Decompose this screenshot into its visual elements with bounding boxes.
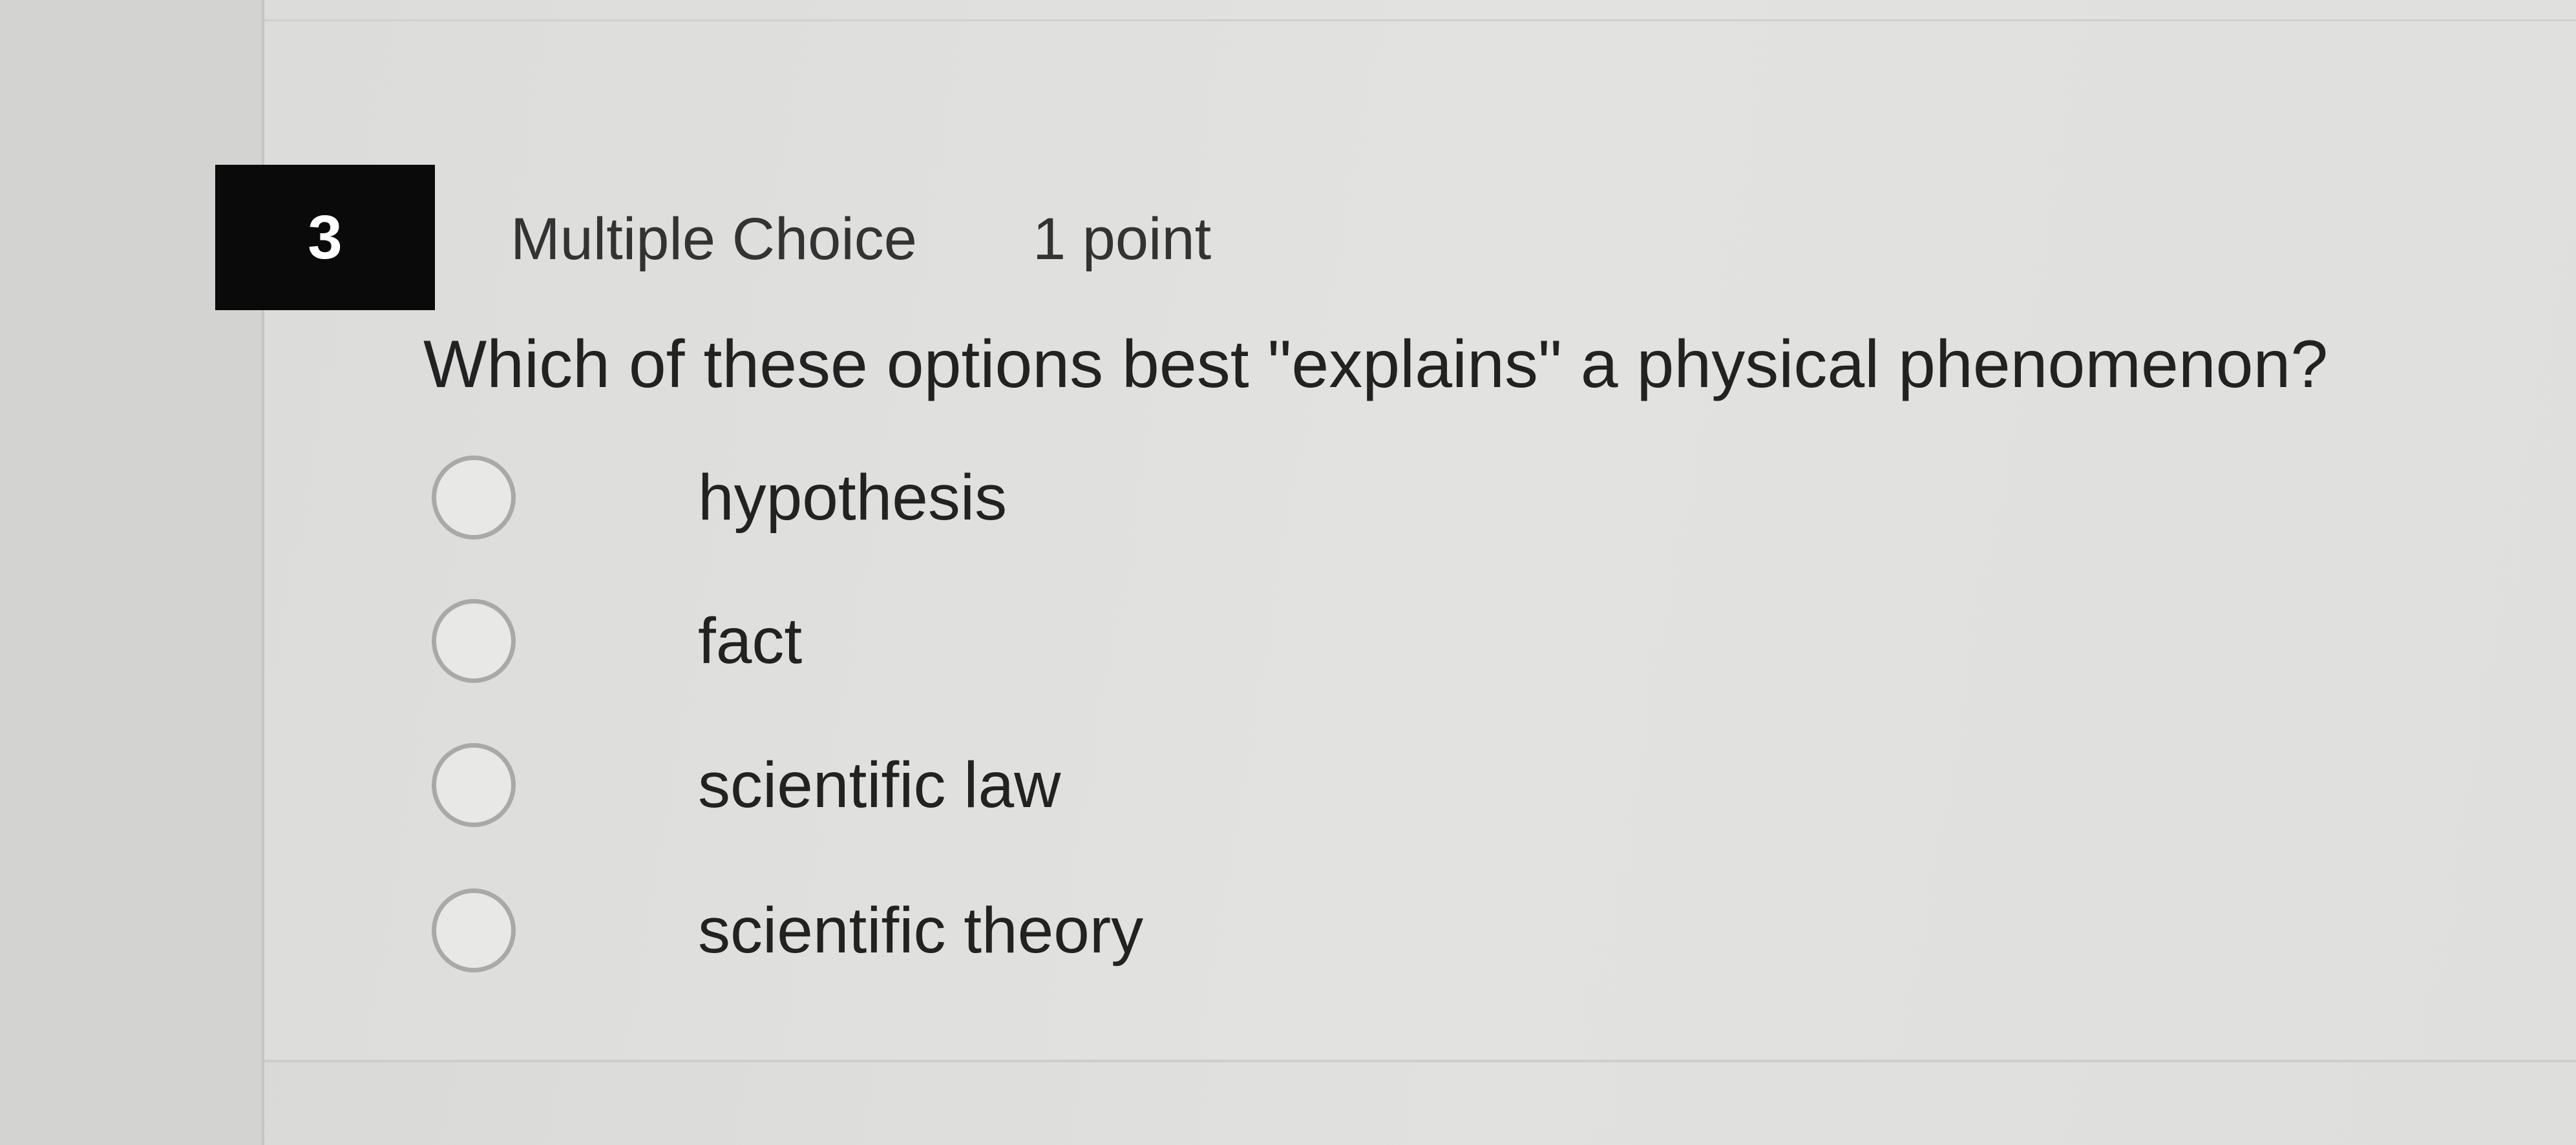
radio-button-icon[interactable]	[432, 888, 516, 972]
answer-option-fact[interactable]: fact	[432, 596, 802, 686]
answer-option-hypothesis[interactable]: hypothesis	[432, 452, 1007, 543]
radio-button-icon[interactable]	[432, 456, 516, 540]
answer-option-scientific-theory[interactable]: scientific theory	[432, 885, 1143, 976]
card-top-divider	[264, 19, 2576, 21]
answer-option-label[interactable]: scientific theory	[698, 894, 1143, 968]
answer-option-label[interactable]: fact	[698, 604, 802, 678]
question-prompt: Which of these options best "explains" a…	[423, 327, 2328, 402]
answer-option-scientific-law[interactable]: scientific law	[432, 740, 1061, 830]
question-number-badge: 3	[215, 165, 435, 310]
question-type-label: Multiple Choice	[511, 206, 917, 272]
question-points-label: 1 point	[1033, 206, 1212, 272]
question-number: 3	[308, 202, 343, 272]
answer-option-label[interactable]: hypothesis	[698, 461, 1007, 535]
card-bottom-divider	[264, 1060, 2576, 1062]
radio-button-icon[interactable]	[432, 743, 516, 827]
answer-option-label[interactable]: scientific law	[698, 748, 1061, 823]
radio-button-icon[interactable]	[432, 599, 516, 683]
